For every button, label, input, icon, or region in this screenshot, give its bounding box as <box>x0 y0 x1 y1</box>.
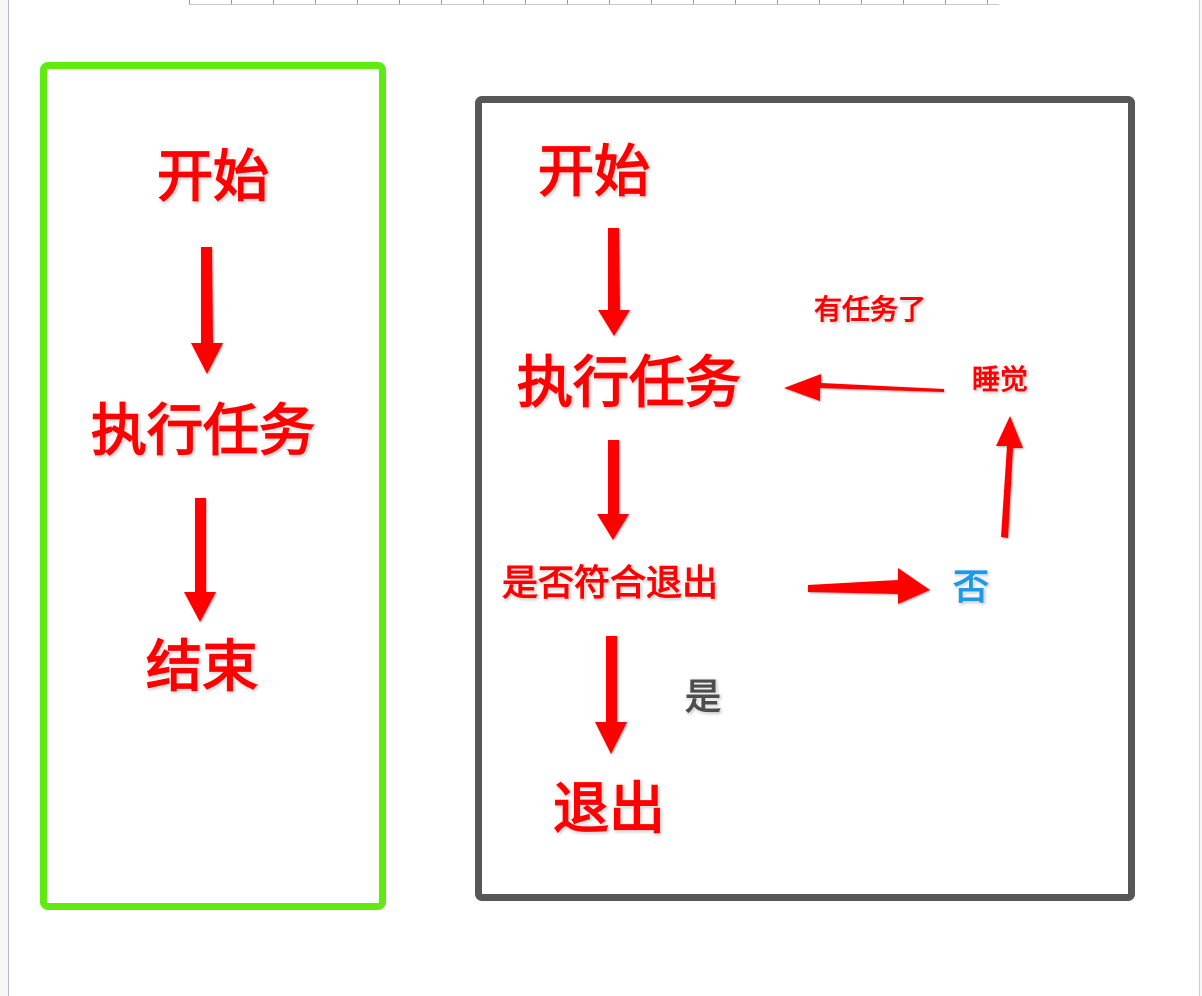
arrow-check-to-exit <box>595 636 627 754</box>
arrow-execute-to-check <box>597 440 629 540</box>
arrow-start-to-execute-loop <box>598 228 630 336</box>
sleep-label: 睡觉 <box>972 363 1029 396</box>
simple-end-label: 结束 <box>146 635 258 700</box>
arrow-execute-to-end-simple <box>184 498 216 622</box>
loop-start-label: 开始 <box>538 140 650 205</box>
no-label: 否 <box>953 567 990 608</box>
arrow-sleep-to-execute <box>784 374 944 401</box>
yes-label: 是 <box>685 677 722 718</box>
has-task-label: 有任务了 <box>814 293 927 326</box>
loop-execute-task-label: 执行任务 <box>517 351 741 416</box>
arrow-no-to-sleep <box>996 416 1023 538</box>
simple-execute-task-label: 执行任务 <box>91 399 315 464</box>
arrow-check-to-no <box>808 568 930 604</box>
arrow-start-to-execute-simple <box>191 247 223 374</box>
exit-check-label: 是否符合退出 <box>502 563 719 604</box>
simple-start-label: 开始 <box>157 145 269 210</box>
exit-label: 退出 <box>553 777 665 842</box>
